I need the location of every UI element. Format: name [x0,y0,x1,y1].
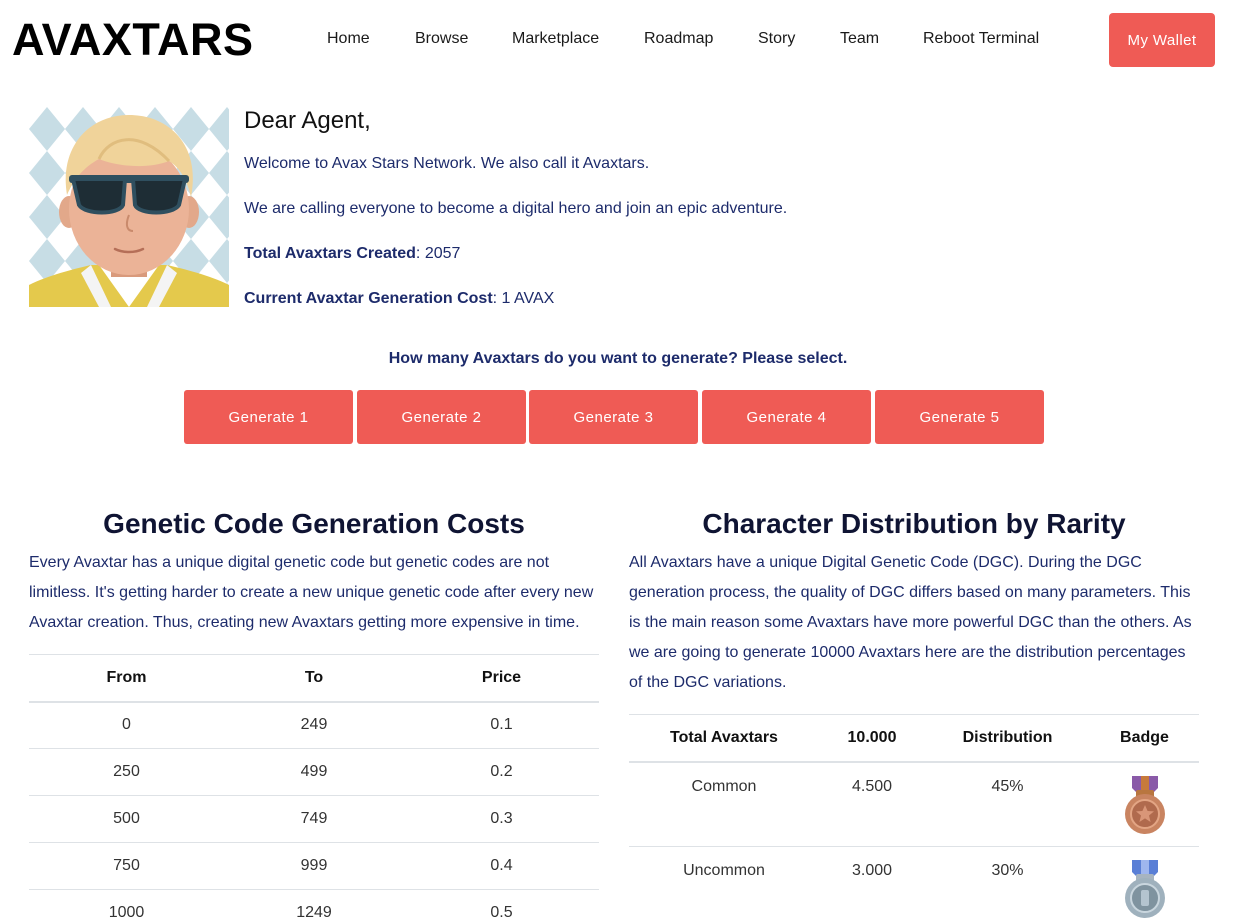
cost-to: 999 [224,842,404,890]
rarity-badge [1090,846,1199,922]
cost-price: 0.5 [404,889,599,922]
rarity-title: Character Distribution by Rarity [702,508,1126,539]
generate-3-button[interactable]: Generate 3 [529,390,698,444]
rarity-description: All Avaxtars have a unique Digital Genet… [629,554,1192,691]
column-header-to: To [224,654,404,703]
generate-question: How many Avaxtars do you want to generat… [388,350,848,367]
costs-table: From To Price 0 249 0.1 250 499 0.2 500 … [29,654,599,922]
column-header-total-avaxtars: Total Avaxtars [629,714,819,763]
generation-cost-line: Current Avaxtar Generation Cost: 1 AVAX [244,290,554,308]
bronze-medal-icon [1124,775,1165,834]
table-row: 0 249 0.1 [29,701,599,749]
table-row: 1000 1249 0.5 [29,889,599,922]
rarity-distribution: 30% [925,846,1090,922]
rarity-count: 4.500 [819,761,925,847]
column-header-from: From [29,654,224,703]
agent-avatar [29,107,229,307]
generate-5-button[interactable]: Generate 5 [875,390,1044,444]
column-header-badge: Badge [1090,714,1199,763]
table-row: 500 749 0.3 [29,795,599,843]
nav-story[interactable]: Story [758,30,795,48]
nav-roadmap[interactable]: Roadmap [644,30,713,48]
my-wallet-button[interactable]: My Wallet [1109,13,1215,67]
rarity-header-row: Total Avaxtars 10.000 Distribution Badge [629,714,1199,763]
cost-from: 250 [29,748,224,796]
silver-medal-icon [1124,860,1165,918]
column-header-price: Price [404,654,599,703]
rarity-distribution: 45% [925,761,1090,847]
generation-cost-value: : 1 AVAX [492,290,555,307]
rarity-name: Common [629,761,819,847]
cost-from: 500 [29,795,224,843]
nav-browse[interactable]: Browse [415,30,468,48]
calling-text: We are calling everyone to become a digi… [244,200,788,217]
nav-reboot-terminal[interactable]: Reboot Terminal [923,30,1039,48]
table-row: 250 499 0.2 [29,748,599,796]
rarity-badge [1090,761,1199,847]
column-header-count: 10.000 [819,714,925,763]
nav-home[interactable]: Home [327,30,370,48]
cost-price: 0.1 [404,701,599,749]
cost-to: 249 [224,701,404,749]
cost-to: 1249 [224,889,404,922]
cost-price: 0.3 [404,795,599,843]
rarity-count: 3.000 [819,846,925,922]
rarity-table: Total Avaxtars 10.000 Distribution Badge… [629,714,1199,922]
costs-description: Every Avaxtar has a unique digital genet… [29,554,594,631]
greeting-heading: Dear Agent, [244,107,371,134]
cost-from: 1000 [29,889,224,922]
cost-to: 499 [224,748,404,796]
welcome-text: Welcome to Avax Stars Network. We also c… [244,155,650,172]
cost-to: 749 [224,795,404,843]
costs-header-row: From To Price [29,654,599,703]
generation-cost-label: Current Avaxtar Generation Cost [244,290,493,307]
site-logo[interactable]: AVAXTARS [12,14,254,66]
generate-2-button[interactable]: Generate 2 [357,390,526,444]
nav-team[interactable]: Team [840,30,879,48]
cost-from: 750 [29,842,224,890]
total-created-value: : 2057 [415,245,461,262]
nav-marketplace[interactable]: Marketplace [512,30,599,48]
rarity-name: Uncommon [629,846,819,922]
table-row: Uncommon 3.000 30% [629,846,1199,922]
total-created-line: Total Avaxtars Created: 2057 [244,245,460,263]
costs-title: Genetic Code Generation Costs [103,508,525,539]
total-created-label: Total Avaxtars Created [244,245,416,262]
cost-price: 0.2 [404,748,599,796]
table-row: 750 999 0.4 [29,842,599,890]
column-header-distribution: Distribution [925,714,1090,763]
cost-price: 0.4 [404,842,599,890]
generate-4-button[interactable]: Generate 4 [702,390,871,444]
generate-1-button[interactable]: Generate 1 [184,390,353,444]
table-row: Common 4.500 45% [629,761,1199,847]
cost-from: 0 [29,701,224,749]
